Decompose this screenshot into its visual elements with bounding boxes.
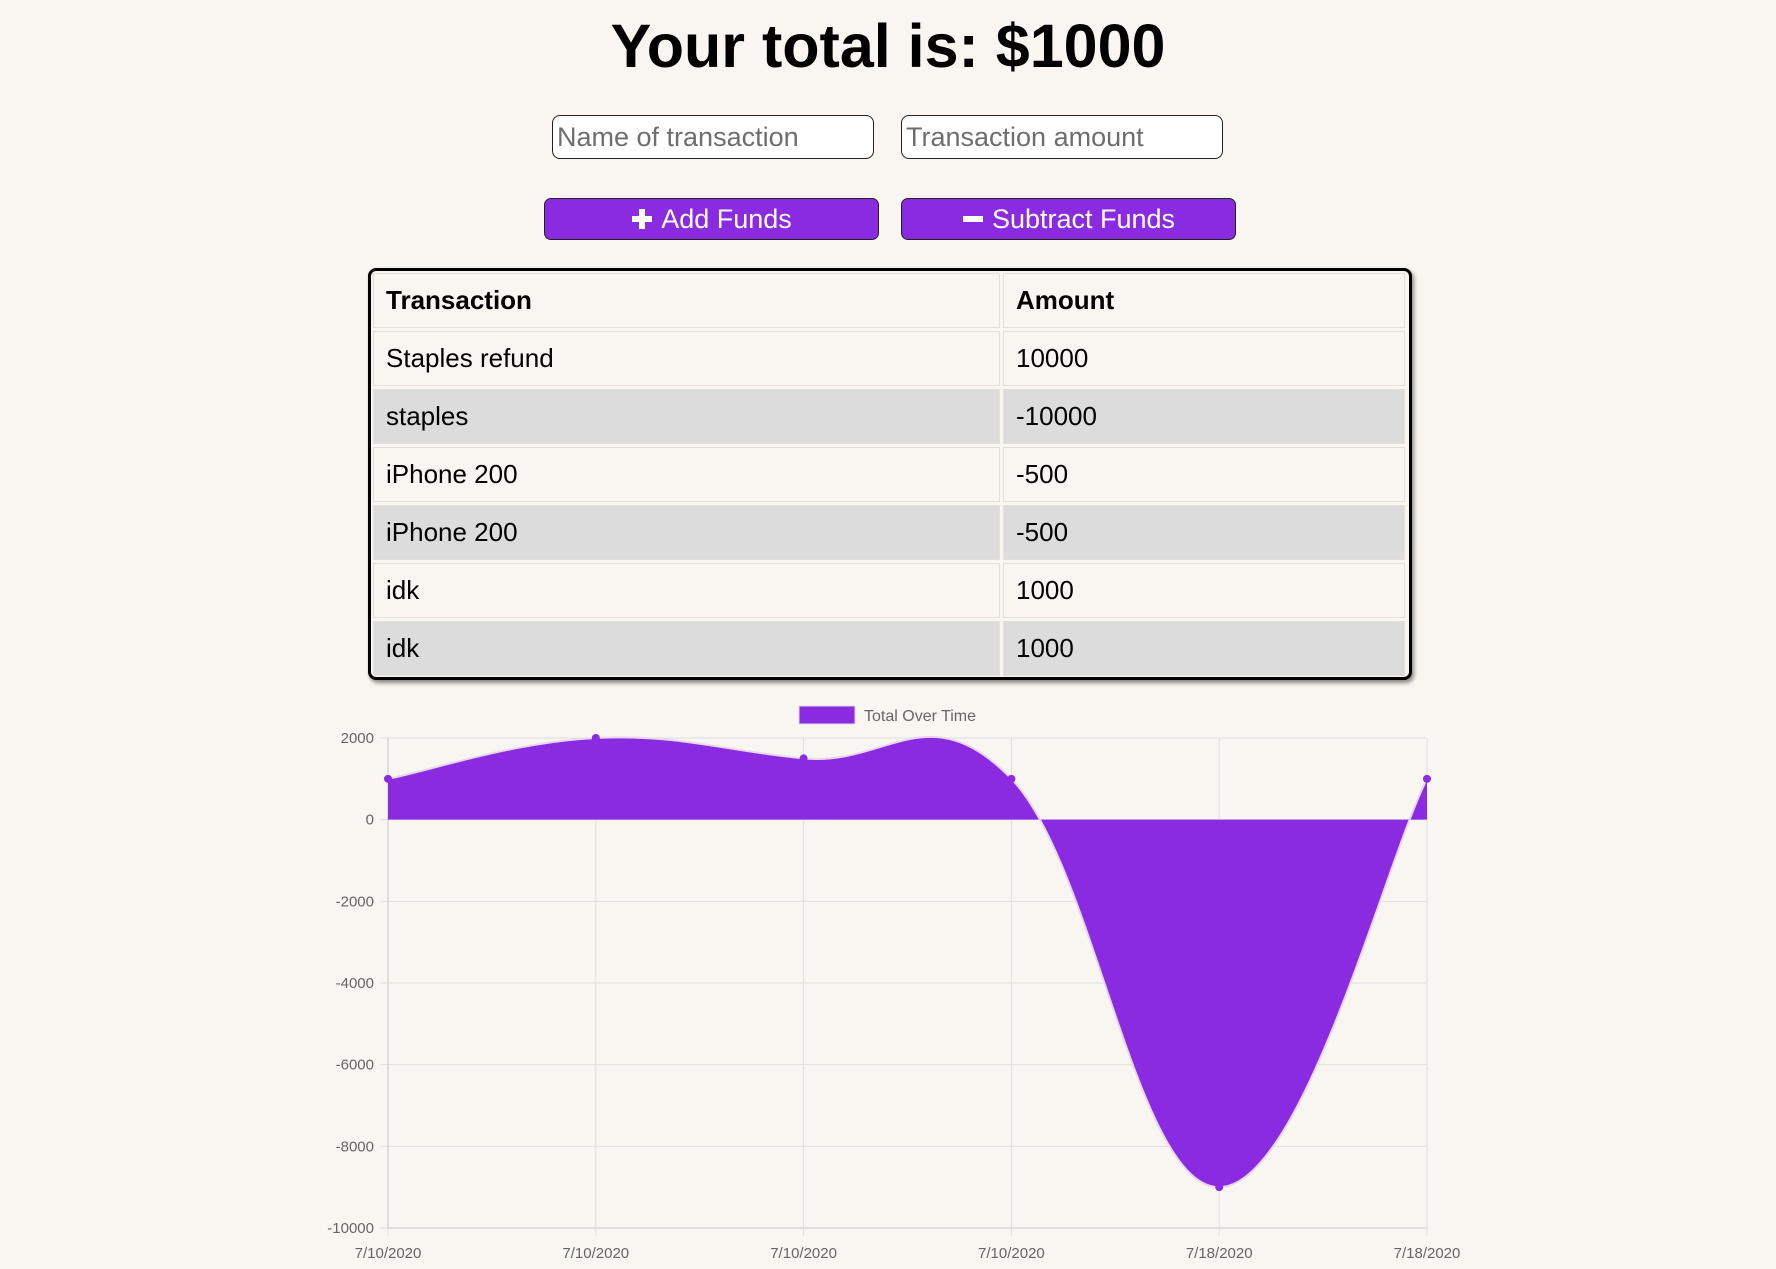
- y-tick-label: -4000: [336, 975, 374, 992]
- transaction-name: iPhone 200: [373, 447, 1000, 502]
- y-tick-label: -8000: [336, 1138, 374, 1155]
- transaction-name: Staples refund: [373, 331, 1000, 386]
- transaction-amount: 1000: [1003, 621, 1405, 676]
- x-tick-label: 7/10/2020: [770, 1245, 837, 1262]
- header-transaction: Transaction: [373, 273, 1000, 328]
- y-tick-label: -2000: [336, 893, 374, 910]
- transaction-name: staples: [373, 389, 1000, 444]
- transaction-amount: -10000: [1003, 389, 1405, 444]
- total-over-time-chart: 2000 0 -2000 -4000 -6000 -8000 -10000 7/10/2020…: [327, 705, 1461, 1262]
- y-tick-label: 2000: [341, 730, 374, 747]
- x-tick-label: 7/18/2020: [1394, 1245, 1461, 1262]
- transaction-name: idk: [373, 563, 1000, 618]
- transactions-table: Transaction Amount Staples refund 10000 …: [368, 268, 1412, 680]
- transaction-amount-input[interactable]: [901, 115, 1223, 159]
- data-point: [384, 774, 392, 783]
- data-point: [591, 734, 600, 742]
- header-amount: Amount: [1003, 273, 1405, 328]
- x-tick-label: 7/10/2020: [978, 1245, 1045, 1262]
- y-tick-label: -6000: [336, 1057, 374, 1074]
- y-tick-label: 0: [366, 812, 374, 829]
- table-row: iPhone 200 -500: [373, 447, 1405, 502]
- table-row: idk 1000: [373, 563, 1405, 618]
- x-tick-label: 7/10/2020: [562, 1245, 629, 1262]
- add-funds-label: Add Funds: [661, 203, 792, 234]
- data-point: [1007, 774, 1016, 783]
- page-title: Your total is: $1000: [610, 12, 1166, 80]
- table-row: iPhone 200 -500: [373, 505, 1405, 560]
- transaction-amount: 10000: [1003, 331, 1405, 386]
- subtract-funds-button[interactable]: Subtract Funds: [901, 198, 1236, 240]
- transaction-amount: -500: [1003, 505, 1405, 560]
- table-header-row: Transaction Amount: [373, 273, 1405, 328]
- transaction-name-input[interactable]: [552, 115, 874, 159]
- transaction-amount: 1000: [1003, 563, 1405, 618]
- transaction-name: idk: [373, 621, 1000, 676]
- transaction-amount: -500: [1003, 447, 1405, 502]
- x-tick-label: 7/10/2020: [355, 1245, 422, 1262]
- y-tick-label: -10000: [327, 1220, 374, 1237]
- table-row: Staples refund 10000: [373, 331, 1405, 386]
- data-point: [1423, 774, 1431, 783]
- add-funds-button[interactable]: Add Funds: [544, 198, 879, 240]
- x-tick-label: 7/18/2020: [1186, 1245, 1253, 1262]
- transaction-name: iPhone 200: [373, 505, 1000, 560]
- series-area: [388, 736, 1427, 1188]
- minus-icon: [962, 208, 984, 230]
- data-point: [799, 754, 808, 763]
- plus-icon: [631, 208, 653, 230]
- subtract-funds-label: Subtract Funds: [991, 203, 1176, 234]
- data-point: [1215, 1183, 1224, 1192]
- legend-swatch: [798, 705, 856, 725]
- table-row: idk 1000: [373, 621, 1405, 676]
- table-row: staples -10000: [373, 389, 1405, 444]
- legend-label: Total Over Time: [864, 708, 976, 725]
